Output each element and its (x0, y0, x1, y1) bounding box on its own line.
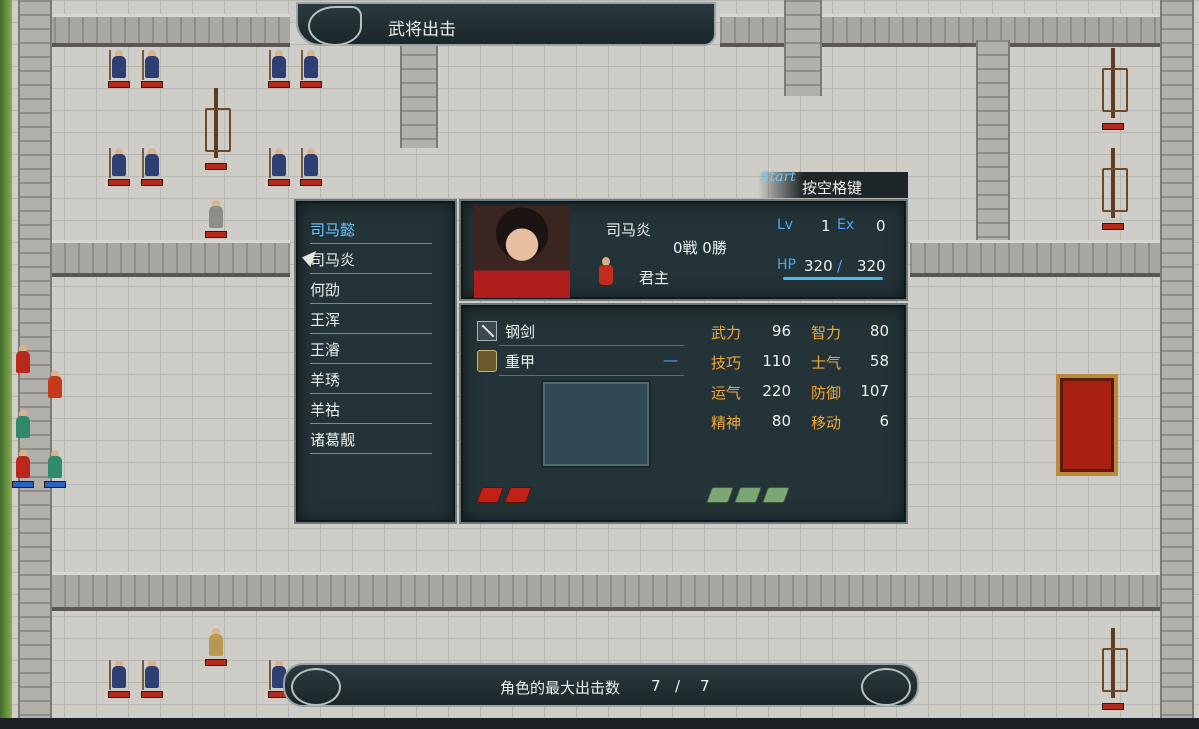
map-wall (976, 40, 1010, 240)
start-hint: Start 按空格键 (758, 169, 908, 198)
roster-item-label: 羊祜 (310, 401, 341, 419)
sword-icon (477, 321, 497, 341)
scroll-ornament-icon (861, 668, 911, 706)
enemy-unit[interactable] (108, 148, 130, 186)
exp-value: 0 (876, 217, 886, 235)
scroll-ornament-icon (308, 6, 362, 46)
green-book-icon[interactable] (762, 487, 790, 503)
roster-item-label: 羊琇 (310, 371, 341, 389)
armor-icon (477, 350, 497, 372)
roster-item-label: 王濬 (310, 341, 341, 359)
bottom-border (0, 718, 1199, 729)
red-book-icon[interactable] (476, 487, 504, 503)
roster-item-label: 诸葛靓 (310, 431, 356, 449)
hp-value: 320 (804, 257, 833, 275)
window-title: 武将出击 (388, 20, 456, 40)
roster-item[interactable]: 王浑 (310, 309, 432, 334)
enemy-unit[interactable] (141, 50, 163, 88)
officer-detail-panel: 钢剑 重甲 — 武力 96 智力 80 技巧 110 士气 58 运气 220 防御 107… (459, 303, 908, 524)
roster-item[interactable]: 司马炎 (302, 249, 432, 274)
roster-item-label: 王浑 (310, 311, 341, 329)
roster-item[interactable]: 何劭 (310, 279, 432, 304)
exp-label: Ex (837, 217, 855, 233)
sortie-current: 7 (651, 677, 661, 695)
sortie-count-banner: 角色的最大出击数 7 / 7 (283, 663, 919, 707)
map-wall (400, 40, 438, 148)
roster-item[interactable]: 羊祜 (310, 399, 432, 424)
enemy-unit[interactable] (300, 50, 322, 88)
siege-tower[interactable] (1100, 628, 1128, 710)
start-key-label: Start (760, 169, 796, 185)
sortie-max: 7 (700, 677, 710, 695)
map-wall (50, 572, 1180, 611)
roster-item[interactable]: 诸葛靓 (310, 429, 432, 454)
player-unit[interactable] (12, 345, 34, 383)
player-unit[interactable] (12, 450, 34, 488)
officer-sprite (593, 257, 619, 291)
map-wall (910, 240, 1180, 277)
roster-item[interactable]: 羊琇 (310, 369, 432, 394)
hp-bar (783, 277, 883, 280)
siege-tower[interactable] (1100, 48, 1128, 130)
roster-item[interactable]: 司马懿 (310, 219, 432, 244)
enemy-officer[interactable] (205, 200, 227, 238)
red-carpet (1056, 374, 1118, 476)
armor-name[interactable]: 重甲 (505, 351, 535, 372)
enemy-unit[interactable] (141, 660, 163, 698)
siege-tower[interactable] (203, 88, 231, 170)
enemy-unit[interactable] (300, 148, 322, 186)
hp-label: HP (777, 257, 796, 273)
roster-item-label: 司马炎 (310, 251, 356, 269)
press-space-text[interactable]: 按空格键 (802, 177, 862, 198)
map-wall (784, 0, 822, 96)
player-unit[interactable] (44, 370, 66, 408)
officer-header-panel: 司马炎 0戦 0勝 君主 Lv 1 Ex 0 HP 320 / 320 (459, 199, 908, 301)
hp-max: 320 (857, 257, 886, 275)
enemy-unit[interactable] (141, 148, 163, 186)
green-book-icon[interactable] (706, 487, 734, 503)
map-wall (1160, 0, 1194, 720)
level-value: 1 (821, 217, 831, 235)
enemy-unit[interactable] (108, 50, 130, 88)
officer-name: 司马炎 (606, 221, 652, 239)
roster-item-label: 司马懿 (310, 221, 356, 239)
red-book-icon[interactable] (504, 487, 532, 503)
officer-class: 君主 (639, 269, 670, 287)
player-unit[interactable] (12, 410, 34, 448)
item-preview-window (541, 380, 651, 468)
map-wall (50, 240, 290, 277)
enemy-officer[interactable] (205, 628, 227, 666)
divider (499, 375, 684, 376)
armor-extra: — (663, 351, 678, 369)
scroll-ornament-icon (291, 668, 341, 706)
green-book-icon[interactable] (734, 487, 762, 503)
level-label: Lv (777, 217, 794, 233)
sortie-separator: / (675, 677, 681, 695)
battle-record: 0戦 0勝 (673, 239, 727, 257)
map-edge (0, 0, 12, 729)
player-unit[interactable] (44, 450, 66, 488)
roster-item-label: 何劭 (310, 281, 341, 299)
map-wall (40, 14, 290, 47)
title-banner: 武将出击 (296, 2, 716, 46)
weapon-name[interactable]: 钢剑 (505, 321, 535, 342)
hp-separator: / (837, 257, 843, 275)
enemy-unit[interactable] (268, 148, 290, 186)
max-sortie-label: 角色的最大出击数 (500, 679, 621, 697)
officer-roster-list: 司马懿 司马炎 何劭 王浑 王濬 羊琇 羊祜 诸葛靓 (294, 199, 457, 524)
enemy-unit[interactable] (108, 660, 130, 698)
officer-portrait (474, 206, 570, 298)
divider (499, 345, 684, 346)
siege-tower[interactable] (1100, 148, 1128, 230)
roster-item[interactable]: 王濬 (310, 339, 432, 364)
enemy-unit[interactable] (268, 50, 290, 88)
